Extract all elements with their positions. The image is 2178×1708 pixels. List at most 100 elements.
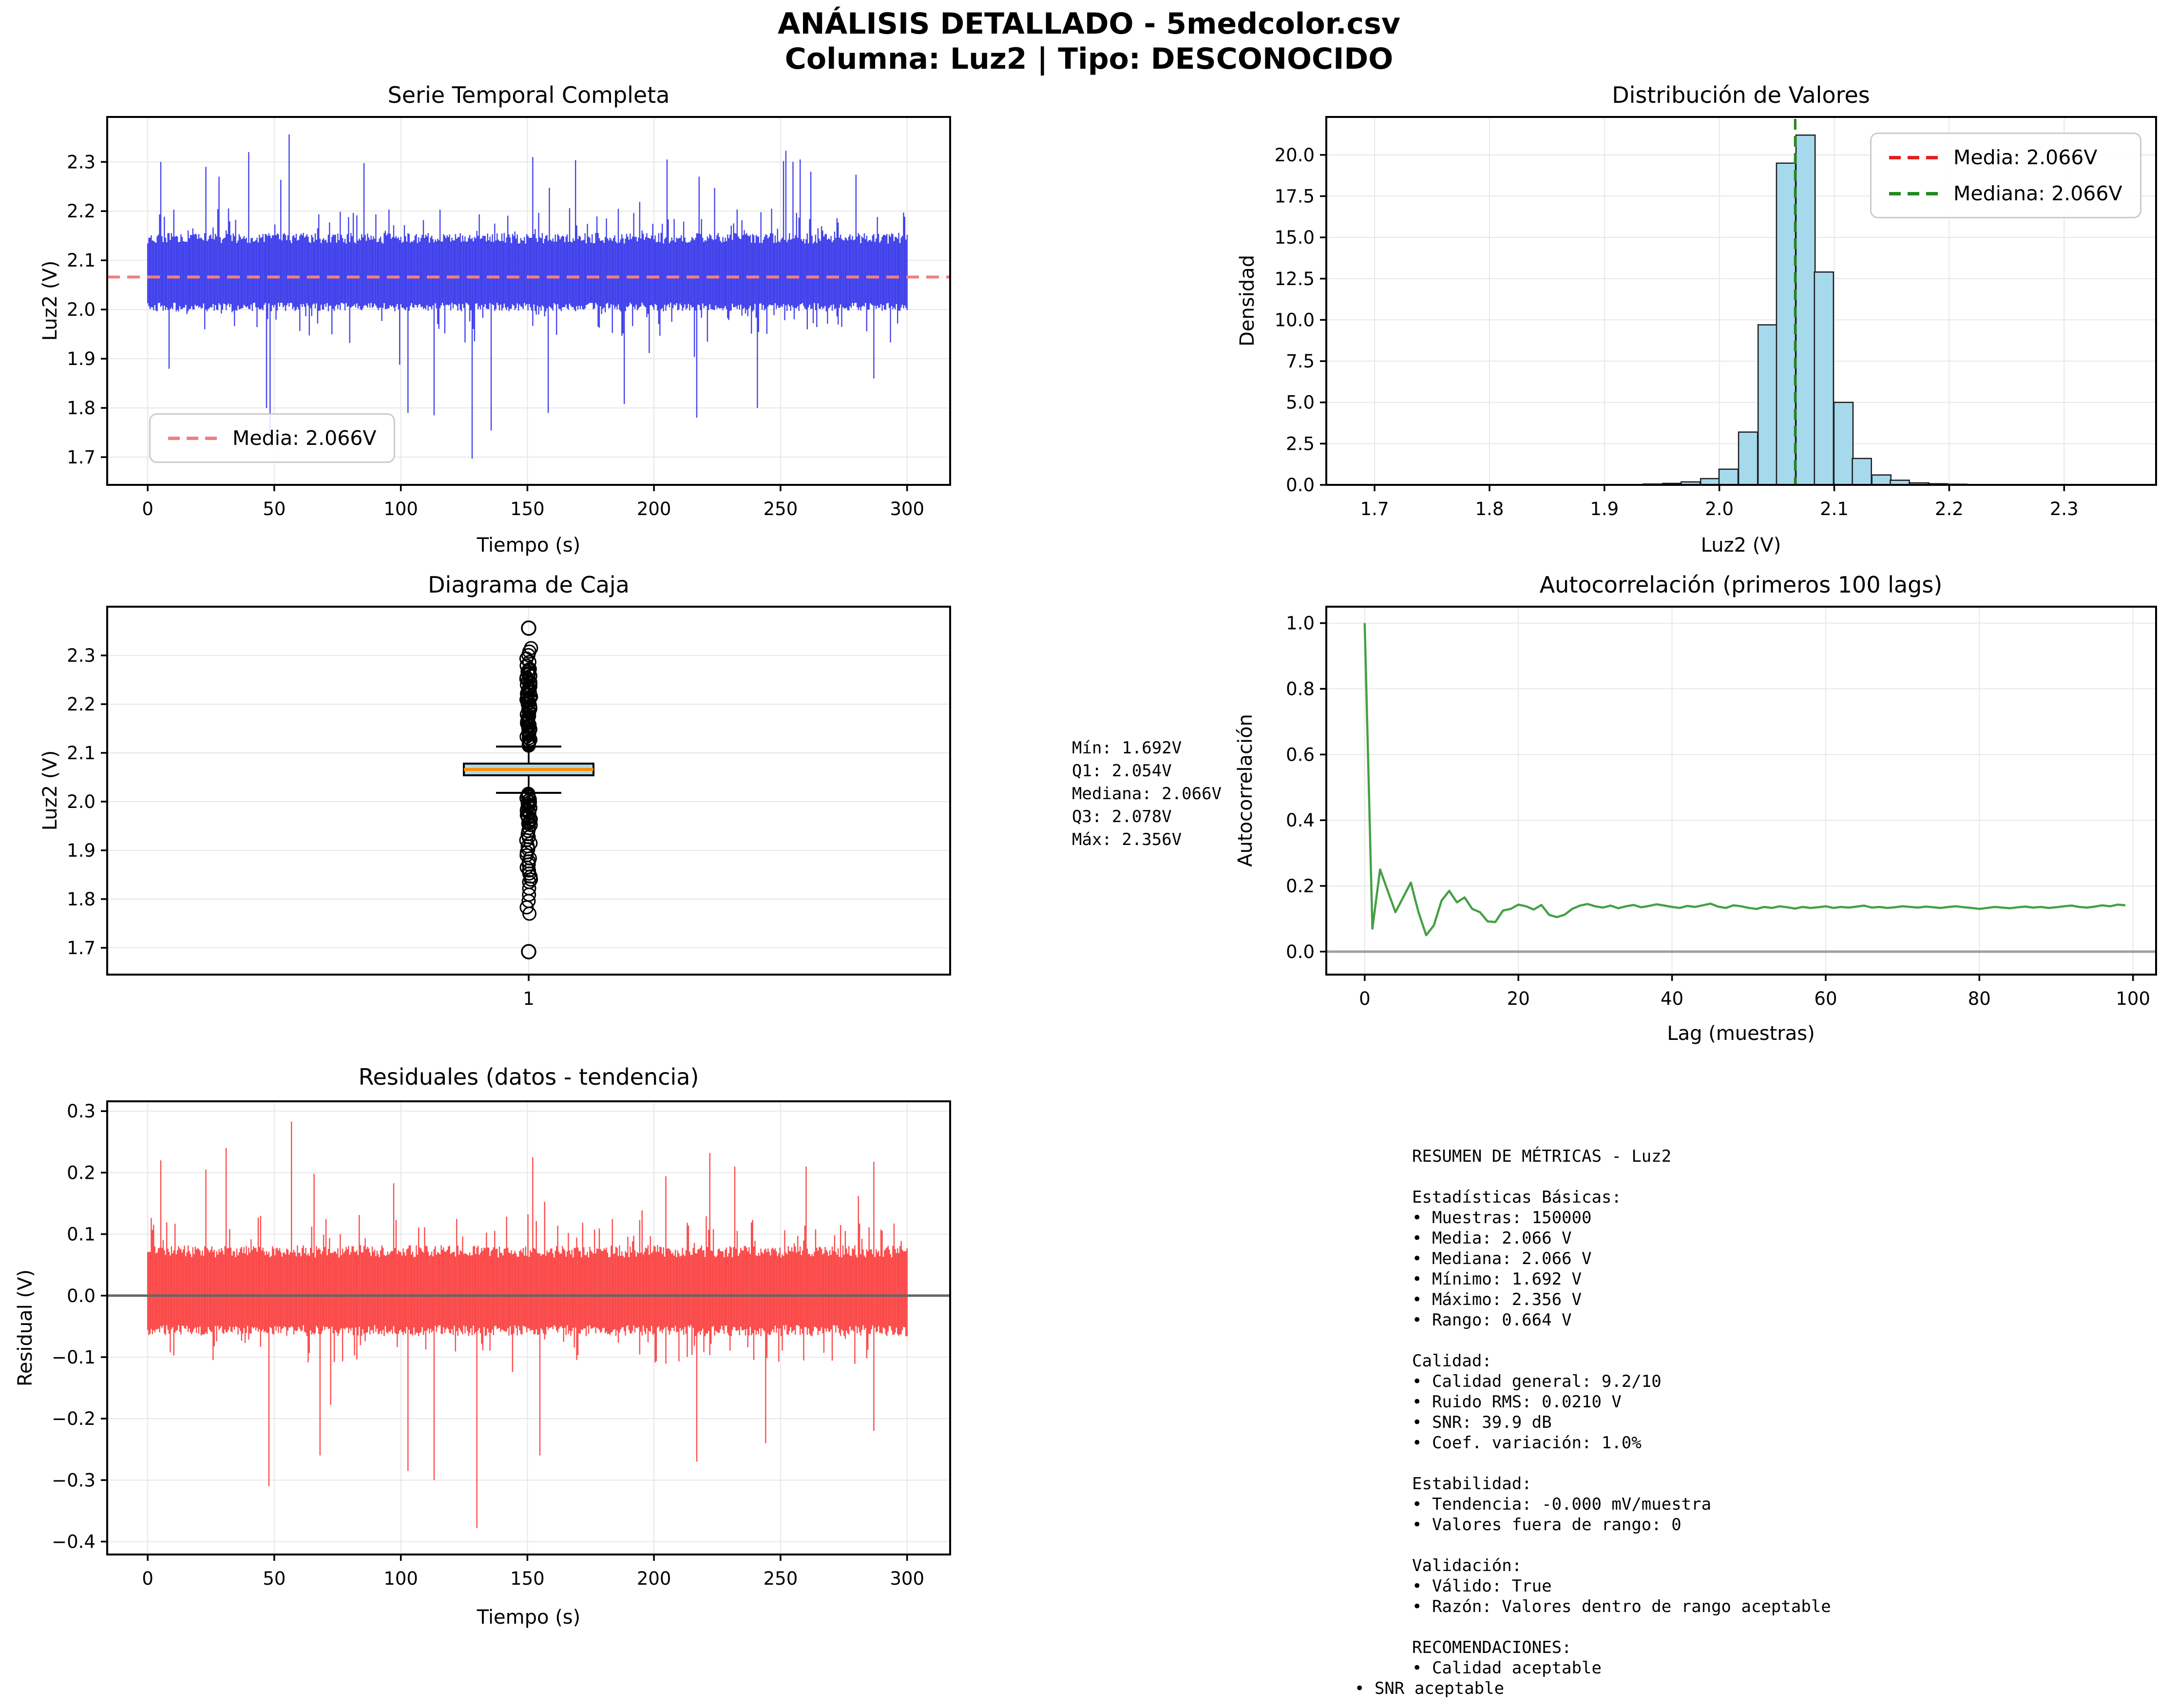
y-tick-label: 20.0 xyxy=(1275,145,1315,166)
x-tick-label: 0 xyxy=(142,1568,153,1589)
median-dash-swatch xyxy=(1889,192,1940,195)
metrics-line: RECOMENDACIONES: xyxy=(1412,1638,1572,1657)
histogram-legend: Media: 2.066V Mediana: 2.066V xyxy=(1870,133,2141,218)
y-tick-label: 2.5 xyxy=(1286,433,1315,454)
metrics-line: • Tendencia: -0.000 mV/muestra xyxy=(1412,1495,1712,1514)
y-tick-label: 5.0 xyxy=(1286,392,1315,413)
stats-line: Mediana: 2.066V xyxy=(1072,784,1222,804)
y-tick-label: −0.4 xyxy=(52,1532,96,1553)
y-tick-label: 0.4 xyxy=(1286,810,1315,831)
stats-line: Q1: 2.054V xyxy=(1072,761,1172,781)
x-tick-label: 0 xyxy=(1359,988,1371,1009)
y-tick-label: 0.2 xyxy=(1286,876,1315,897)
y-tick-label: 0.8 xyxy=(1286,679,1315,700)
x-tick-label: 100 xyxy=(383,499,418,519)
autocorr-xlabel: Lag (muestras) xyxy=(1667,1022,1815,1045)
legend-media-label: Media: 2.066V xyxy=(1953,146,2098,169)
metrics-line: • Coef. variación: 1.0% xyxy=(1412,1433,1642,1453)
residuals-title: Residuales (datos - tendencia) xyxy=(358,1064,699,1090)
x-tick-label: 100 xyxy=(383,1568,418,1589)
hist-bar xyxy=(1833,402,1854,486)
x-tick-label: 250 xyxy=(764,1568,798,1589)
hist-bar xyxy=(1871,474,1892,486)
hist-bar xyxy=(1738,431,1758,486)
residuals-ylabel: Residual (V) xyxy=(14,1269,37,1387)
x-tick-label: 0 xyxy=(142,499,153,519)
x-tick-label: 2.2 xyxy=(1935,499,1964,519)
metrics-line: • Razón: Valores dentro de rango aceptab… xyxy=(1412,1597,1831,1616)
metrics-line: • Mínimo: 1.692 V xyxy=(1412,1269,1582,1289)
hist-bar xyxy=(1795,134,1816,486)
hist-bar xyxy=(1814,271,1834,486)
residuals-xlabel: Tiempo (s) xyxy=(477,1606,581,1629)
hist-bar xyxy=(1757,324,1778,486)
x-tick-label: 250 xyxy=(764,499,798,519)
x-tick-label: 40 xyxy=(1661,988,1683,1009)
x-tick-label: 150 xyxy=(510,1568,545,1589)
y-tick-label: 1.9 xyxy=(67,840,96,861)
y-tick-label: 17.5 xyxy=(1275,186,1315,207)
metrics-line: • Válido: True xyxy=(1412,1576,1552,1596)
metrics-line xyxy=(1412,1617,1831,1637)
metrics-line: • Calidad aceptable xyxy=(1412,1658,1602,1678)
x-tick-label: 50 xyxy=(263,499,286,519)
autocorr-title: Autocorrelación (primeros 100 lags) xyxy=(1539,572,1943,598)
histogram-title: Distribución de Valores xyxy=(1612,82,1870,108)
metrics-line xyxy=(1412,1167,1831,1187)
y-tick-label: 2.1 xyxy=(67,250,96,271)
figure-root: ANÁLISIS DETALLADO - 5medcolor.csv Colum… xyxy=(0,0,2178,1708)
metrics-line xyxy=(1412,1453,1831,1474)
x-tick-label: 20 xyxy=(1507,988,1530,1009)
x-tick-label: 300 xyxy=(890,499,924,519)
legend-mediana-label: Mediana: 2.066V xyxy=(1953,182,2122,205)
metrics-line: • Valores fuera de rango: 0 xyxy=(1412,1515,1681,1535)
x-tick-label: 50 xyxy=(263,1568,286,1589)
y-tick-label: 1.9 xyxy=(67,348,96,369)
y-tick-label: 2.3 xyxy=(67,645,96,666)
y-tick-label: 1.7 xyxy=(67,447,96,468)
x-tick-label: 200 xyxy=(637,1568,671,1589)
boxplot-title: Diagrama de Caja xyxy=(428,572,630,598)
metrics-line: • Máximo: 2.356 V xyxy=(1412,1290,1582,1309)
legend-row-mediana: Mediana: 2.066V xyxy=(1889,182,2122,205)
charts-canvas: 0 50 100 150 200 250 3001.71.81.92.02.12.22.31… xyxy=(52,116,2157,1589)
y-tick-label: 10.0 xyxy=(1275,309,1315,330)
y-tick-label: 0.0 xyxy=(1286,941,1315,962)
y-tick-label: 0.2 xyxy=(67,1162,96,1183)
y-tick-label: 2.1 xyxy=(67,743,96,764)
x-tick-label: 60 xyxy=(1814,988,1837,1009)
metrics-line: Validación: xyxy=(1412,1556,1522,1575)
y-tick-label: 0.6 xyxy=(1286,744,1315,765)
metrics-line: Estabilidad: xyxy=(1412,1474,1532,1494)
autocorr-series xyxy=(1363,623,2126,937)
x-tick-label: 2.3 xyxy=(2050,499,2079,519)
legend-row-media: Media: 2.066V xyxy=(1889,146,2122,169)
stats-line: Máx: 2.356V xyxy=(1072,830,1182,849)
y-tick-label: 0.1 xyxy=(67,1224,96,1245)
timeseries-legend: Media: 2.066V xyxy=(149,413,396,463)
metrics-line xyxy=(1412,1535,1831,1555)
stats-line: Mín: 1.692V xyxy=(1072,738,1182,758)
x-tick-label: 1 xyxy=(523,988,535,1009)
timeseries-ylabel: Luz2 (V) xyxy=(39,260,61,341)
y-tick-label: 7.5 xyxy=(1286,351,1315,372)
x-tick-label: 2.0 xyxy=(1705,499,1734,519)
x-tick-label: 150 xyxy=(510,499,545,519)
mean-dash-swatch xyxy=(168,436,219,440)
hist-bar xyxy=(1718,468,1739,486)
y-tick-label: −0.2 xyxy=(52,1408,96,1429)
metrics-line: • Rango: 0.664 V xyxy=(1412,1310,1572,1330)
x-tick-label: 1.8 xyxy=(1475,499,1504,519)
y-tick-label: 2.0 xyxy=(67,299,96,320)
y-tick-label: 1.8 xyxy=(67,889,96,910)
metrics-line: • Media: 2.066 V xyxy=(1412,1228,1572,1248)
metrics-line: Calidad: xyxy=(1412,1351,1492,1371)
y-tick-label: 2.0 xyxy=(67,791,96,812)
y-tick-label: 2.2 xyxy=(67,694,96,715)
y-tick-label: −0.1 xyxy=(52,1347,96,1368)
plot-frame xyxy=(1325,606,2157,976)
x-tick-label: 1.7 xyxy=(1360,499,1389,519)
metrics-line: • SNR: 39.9 dB xyxy=(1412,1413,1552,1432)
legend-media-label: Media: 2.066V xyxy=(232,426,377,450)
mean-dash-swatch xyxy=(1889,155,1940,159)
